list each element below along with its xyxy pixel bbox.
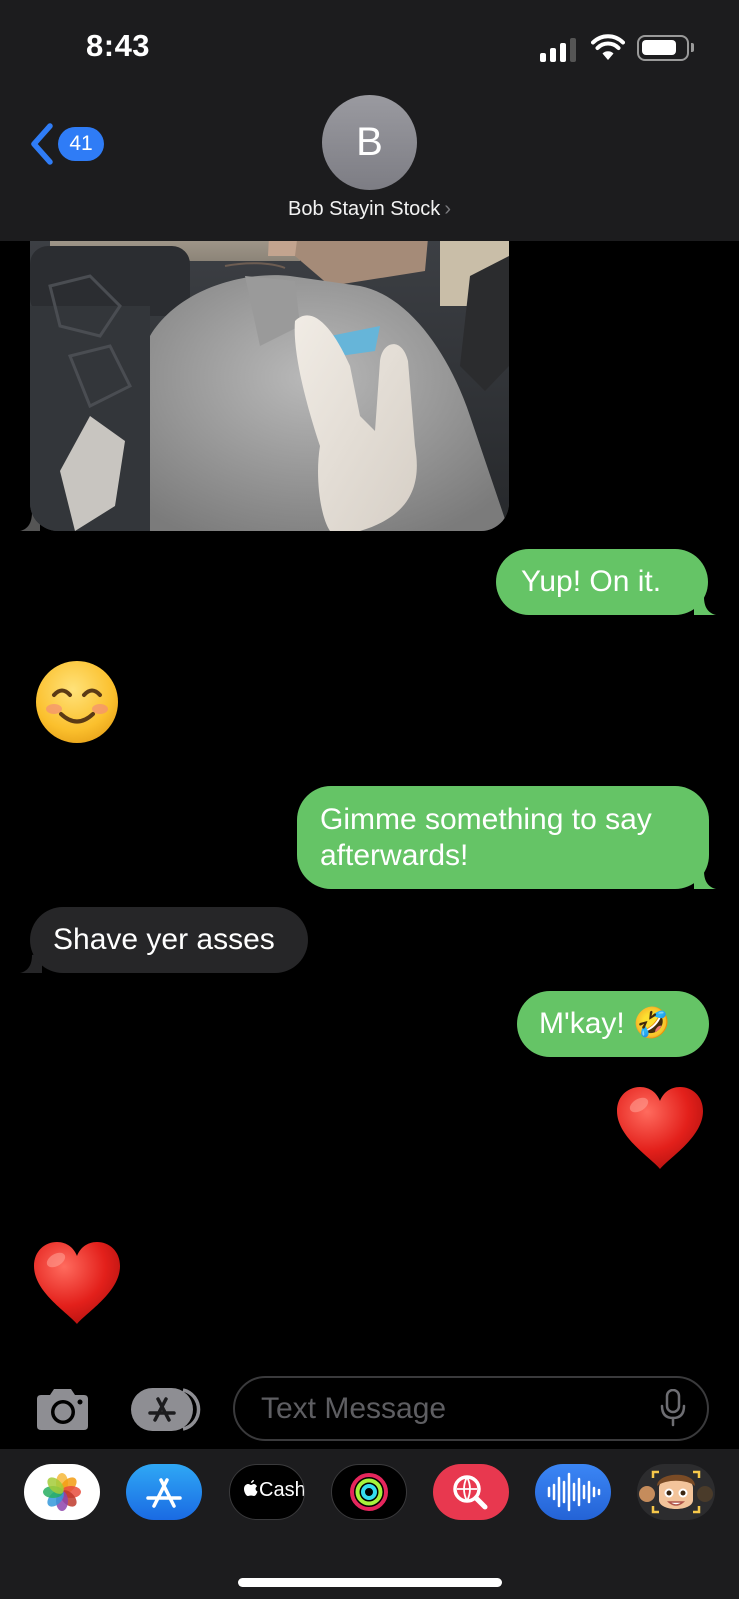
smiling-face-emoji[interactable] [34,659,120,745]
audio-waveform-icon [547,1472,601,1512]
image-search-app-button[interactable] [433,1464,509,1520]
camera-icon[interactable] [33,1387,92,1432]
audio-message-app-button[interactable] [535,1464,611,1520]
imessage-app-drawer: Cash [0,1449,739,1599]
image-search-icon [453,1475,488,1510]
apple-cash-label: Cash [259,1479,305,1501]
incoming-message[interactable]: Shave yer asses [30,907,308,973]
home-indicator[interactable] [238,1578,502,1587]
apple-cash-icon: Cash [244,1479,305,1501]
contact-name-button[interactable]: Bob Stayin Stock › [0,198,739,221]
activity-app-button[interactable] [331,1464,407,1520]
incoming-photo-message[interactable] [30,216,509,531]
chevron-left-icon [31,123,53,165]
app-store-icon [146,1478,182,1508]
contact-name: Bob Stayin Stock [288,198,441,220]
wifi-icon [591,34,625,60]
cellular-signal-icon [540,38,580,62]
red-heart-emoji[interactable] [32,1240,122,1326]
memoji-app-button[interactable] [637,1464,715,1520]
outgoing-message[interactable]: Gimme something to say afterwards! [297,786,709,889]
microphone-icon[interactable] [660,1389,686,1427]
app-store-drawer-button[interactable] [131,1387,203,1432]
chevron-right-icon: › [444,198,451,220]
message-input[interactable] [233,1376,709,1441]
outgoing-message[interactable]: Yup! On it. [496,549,708,615]
compose-bar [0,1370,739,1450]
photos-icon [43,1473,81,1511]
outgoing-message[interactable]: M'kay! 🤣 [517,991,709,1057]
activity-rings-icon [350,1473,388,1511]
unread-count-badge: 41 [58,127,104,161]
conversation-header: 8:43 41 B Bob Stayin Stock › [0,0,739,241]
selfie-photo [30,216,509,531]
contact-avatar[interactable]: B [322,95,417,190]
app-store-icon [131,1388,201,1431]
apple-cash-app-button[interactable]: Cash [229,1464,305,1520]
status-time: 8:43 [86,28,151,63]
memoji-icon [639,1470,713,1514]
red-heart-emoji[interactable] [615,1085,705,1171]
app-store-app-button[interactable] [126,1464,202,1520]
battery-icon [637,35,694,61]
photos-app-button[interactable] [24,1464,100,1520]
back-button[interactable]: 41 [28,120,108,168]
